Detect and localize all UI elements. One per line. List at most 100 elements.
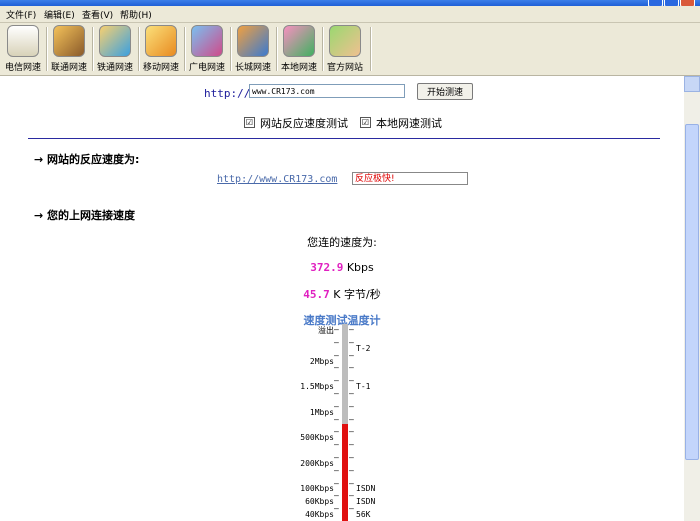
local-speed-button[interactable]: 本地网速 <box>277 25 321 73</box>
kbyte-value: 45.7 <box>303 288 330 301</box>
monitor-icon <box>191 25 223 57</box>
scale-tick: — <box>334 338 339 347</box>
scale-tick: — <box>349 491 354 500</box>
menu-file[interactable]: 文件(F) <box>6 8 36 21</box>
toolbar-label: 官方网站 <box>326 63 363 73</box>
scale-tick: — <box>349 504 354 513</box>
website-speed-checkbox[interactable]: ☑ <box>244 117 255 128</box>
scale-tick: — <box>349 363 354 372</box>
toolbar: 电信网速 联通网速 铁通网速 移动网速 广电网速 长城网速 本地网速 官方网站 <box>0 23 700 76</box>
scale-label-left: 1Mbps <box>309 408 334 417</box>
wall-icon <box>237 25 269 57</box>
scale-label-left: 2Mbps <box>309 357 334 366</box>
scale-tick: — <box>349 351 354 360</box>
scale-label-right: T-1 <box>356 382 371 391</box>
toolbar-label: 广电网速 <box>188 63 225 73</box>
unicom-speed-button[interactable]: 联通网速 <box>47 25 91 73</box>
scale-tick: — <box>334 415 339 424</box>
toolbar-label: 长城网速 <box>234 63 271 73</box>
scale-tick: — <box>334 491 339 500</box>
scale-tick: — <box>349 453 354 462</box>
scale-label-left: 500Kbps <box>300 433 334 442</box>
scale-tick: — <box>349 440 354 449</box>
scale-tick: — <box>349 376 354 385</box>
reaction-status-box: 反应极快! <box>352 172 468 185</box>
kbps-line: 372.9 Kbps <box>0 261 684 274</box>
url-label: http:// <box>204 87 251 100</box>
scale-tick: — <box>349 427 354 436</box>
box-icon <box>145 25 177 57</box>
scale-label-left: 40Kbps <box>305 510 334 519</box>
scale-tick: — <box>334 517 339 521</box>
scale-tick: — <box>334 325 339 334</box>
menu-view[interactable]: 查看(V) <box>82 8 113 21</box>
toolbar-separator <box>370 27 372 71</box>
connection-speed-heading: → 您的上网连接速度 <box>34 209 136 222</box>
speed-intro: 您连的速度为: <box>307 236 377 249</box>
url-input[interactable] <box>249 84 405 98</box>
scale-tick: — <box>334 466 339 475</box>
scale-tick: — <box>349 466 354 475</box>
local-speed-checkbox[interactable]: ☑ <box>360 117 371 128</box>
scale-tick: — <box>334 479 339 488</box>
scale-label-left: 100Kbps <box>300 484 334 493</box>
scale-label-left: 溢出 <box>318 326 334 335</box>
scale-tick: — <box>349 338 354 347</box>
scale-label-left: 60Kbps <box>305 497 334 506</box>
scale-tick: — <box>349 517 354 521</box>
menu-help[interactable]: 帮助(H) <box>120 8 152 21</box>
toolbar-label: 联通网速 <box>50 63 87 73</box>
kbyte-line: 45.7 K 字节/秒 <box>0 286 684 302</box>
telecom-speed-button[interactable]: 电信网速 <box>1 25 45 73</box>
divider <box>28 138 660 139</box>
scale-tick: — <box>349 402 354 411</box>
scroll-thumb[interactable] <box>685 124 699 460</box>
scale-tick: — <box>334 427 339 436</box>
kbps-value: 372.9 <box>310 261 344 274</box>
fox-icon <box>53 25 85 57</box>
greatwall-speed-button[interactable]: 长城网速 <box>231 25 275 73</box>
scale-tick: — <box>349 479 354 488</box>
scale-tick: — <box>334 389 339 398</box>
scale-icon <box>7 25 39 57</box>
toolbar-label: 移动网速 <box>142 63 179 73</box>
broadcast-speed-button[interactable]: 广电网速 <box>185 25 229 73</box>
result-link[interactable]: http://www.CR173.com <box>217 174 337 185</box>
scale-tick: — <box>334 402 339 411</box>
scale-label-left: 200Kbps <box>300 459 334 468</box>
scale-tick: — <box>349 415 354 424</box>
local-speed-label: 本地网速测试 <box>376 117 442 130</box>
kbps-unit: Kbps <box>346 261 374 274</box>
scale-tick: — <box>334 351 339 360</box>
toolbar-label: 电信网速 <box>4 63 41 73</box>
toolbar-label: 本地网速 <box>280 63 317 73</box>
scale-label-right: T-2 <box>356 344 371 353</box>
scale-label-right: ISDN <box>356 497 376 506</box>
cartoon-icon <box>99 25 131 57</box>
scale-tick: — <box>334 440 339 449</box>
boy-icon <box>329 25 361 57</box>
website-speed-label: 网站反应速度测试 <box>260 117 348 130</box>
scroll-up-button[interactable] <box>684 76 700 92</box>
scale-tick: — <box>334 363 339 372</box>
kbyte-unit: K 字节/秒 <box>333 288 381 301</box>
start-test-button[interactable]: 开始测速 <box>417 83 473 100</box>
content-area: http:// 开始测速 ☑ 网站反应速度测试 ☑ 本地网速测试 → 网站的反应… <box>0 76 684 521</box>
mobile-speed-button[interactable]: 移动网速 <box>139 25 183 73</box>
reaction-speed-heading: → 网站的反应速度为: <box>34 153 140 166</box>
vertical-scrollbar[interactable] <box>684 76 700 521</box>
scale-label-right: 56K <box>356 510 371 519</box>
scale-tick: — <box>334 453 339 462</box>
menu-bar: 文件(F) 编辑(E) 查看(V) 帮助(H) <box>0 6 700 23</box>
toolbar-label: 铁通网速 <box>96 63 133 73</box>
scale-tick: — <box>334 504 339 513</box>
menu-edit[interactable]: 编辑(E) <box>44 8 75 21</box>
girl-icon <box>283 25 315 57</box>
tietong-speed-button[interactable]: 铁通网速 <box>93 25 137 73</box>
thermometer-fill <box>342 424 348 521</box>
scale-tick: — <box>349 389 354 398</box>
scale-label-left: 1.5Mbps <box>300 382 334 391</box>
scale-tick: — <box>349 325 354 334</box>
official-site-button[interactable]: 官方网站 <box>323 25 367 73</box>
scale-label-right: ISDN <box>356 484 376 493</box>
